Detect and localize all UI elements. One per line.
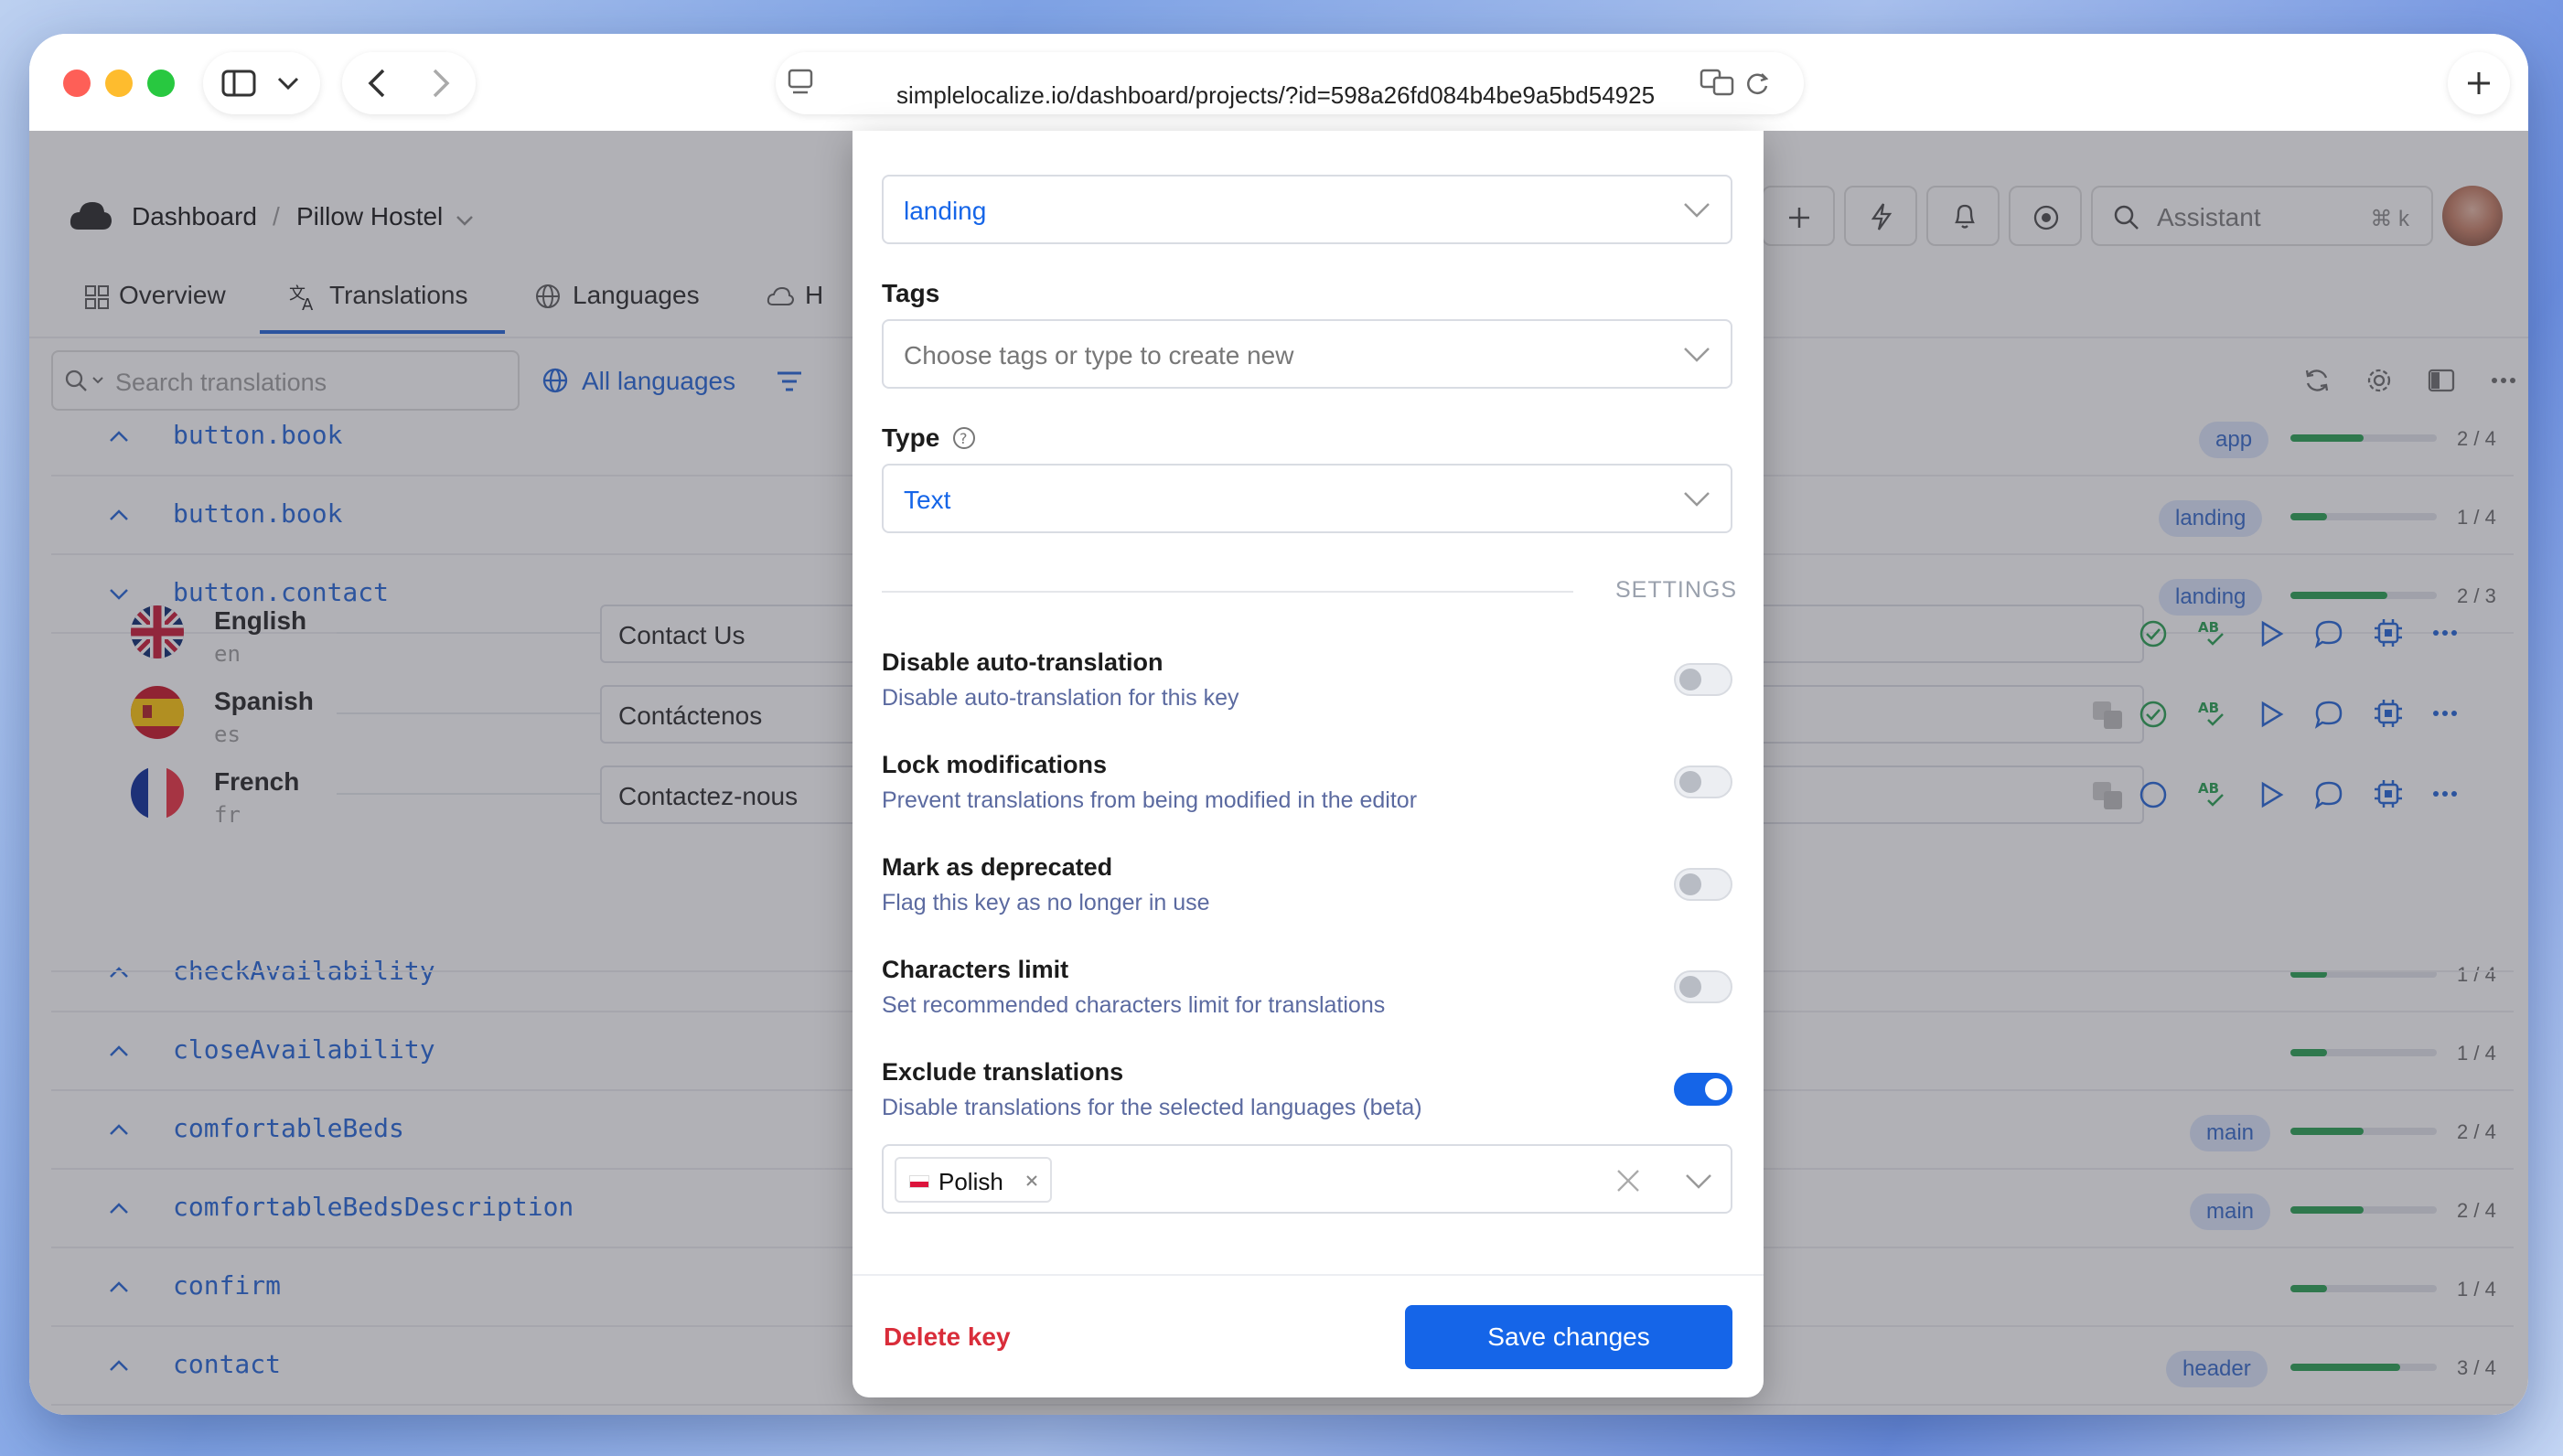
translate-icon[interactable] [1700,67,1736,98]
clear-icon[interactable] [1615,1168,1641,1194]
minimize-window-button[interactable] [105,70,133,97]
toggle-knob [1679,873,1701,895]
delete-key-button[interactable]: Delete key [884,1322,1011,1352]
settings-heading: SETTINGS [1615,577,1738,603]
setting-description: Disable auto-translation for this key [882,685,1239,711]
poland-flag-icon [909,1175,929,1188]
remove-chip-icon[interactable] [1024,1173,1039,1188]
setting-description: Disable translations for the selected la… [882,1095,1422,1120]
setting-toggle[interactable] [1674,765,1732,798]
forward-icon[interactable] [427,68,455,99]
setting-title: Disable auto-translation [882,648,1164,676]
type-label: Type [882,423,940,452]
setting-toggle[interactable] [1674,868,1732,901]
namespace-select[interactable]: landing [882,175,1732,244]
tags-label: Tags [882,279,940,307]
svg-text:?: ? [960,430,968,447]
new-tab-button[interactable] [2448,52,2510,114]
setting-title: Exclude translations [882,1058,1124,1086]
namespace-value: landing [904,197,987,225]
nav-buttons [342,52,476,114]
setting-option: Disable auto-translation Disable auto-tra… [853,648,1764,731]
language-chip: Polish [895,1157,1052,1203]
toggle-knob [1679,771,1701,793]
setting-description: Prevent translations from being modified… [882,787,1418,813]
toggle-knob [1705,1078,1727,1100]
toggle-knob [1679,976,1701,998]
setting-title: Lock modifications [882,751,1108,778]
chevron-down-icon [277,77,299,91]
browser-chrome: simplelocalize.io/dashboard/projects/?id… [29,34,2528,131]
chevron-down-icon [1684,203,1710,218]
page-settings-icon[interactable] [787,68,814,99]
setting-title: Characters limit [882,956,1069,983]
excluded-languages-select[interactable]: Polish [882,1144,1732,1214]
setting-option: Lock modifications Prevent translations f… [853,751,1764,833]
plus-icon [2468,72,2490,94]
chevron-down-icon [1686,1174,1711,1189]
browser-window: simplelocalize.io/dashboard/projects/?id… [29,34,2528,1415]
setting-toggle[interactable] [1674,663,1732,696]
footer-divider [853,1274,1764,1276]
setting-title: Mark as deprecated [882,853,1113,881]
help-icon[interactable]: ? [951,425,977,451]
close-window-button[interactable] [63,70,91,97]
url-text: simplelocalize.io/dashboard/projects/?id… [896,81,1656,109]
tags-placeholder: Choose tags or type to create new [904,341,1294,369]
tags-select[interactable]: Choose tags or type to create new [882,319,1732,389]
reload-icon[interactable] [1743,69,1771,96]
edit-key-modal: landing Tags Choose tags or type to crea… [853,131,1764,1397]
type-value: Text [904,486,951,514]
zoom-window-button[interactable] [147,70,175,97]
save-changes-button[interactable]: Save changes [1405,1305,1732,1369]
chevron-down-icon [1684,348,1710,362]
language-chip-label: Polish [938,1168,1003,1195]
setting-option: Exclude translations Disable translations… [853,1058,1764,1140]
settings-divider [882,591,1573,593]
setting-description: Flag this key as no longer in use [882,890,1210,915]
chevron-down-icon [1684,492,1710,507]
setting-toggle[interactable] [1674,970,1732,1003]
setting-toggle[interactable] [1674,1073,1732,1106]
toggle-knob [1679,669,1701,691]
type-select[interactable]: Text [882,464,1732,533]
setting-description: Set recommended characters limit for tra… [882,992,1386,1018]
setting-option: Characters limit Set recommended characte… [853,956,1764,1038]
sidebar-icon [221,70,256,97]
setting-option: Mark as deprecated Flag this key as no lo… [853,853,1764,936]
sidebar-toggle-button[interactable] [203,52,320,114]
back-icon[interactable] [363,68,391,99]
